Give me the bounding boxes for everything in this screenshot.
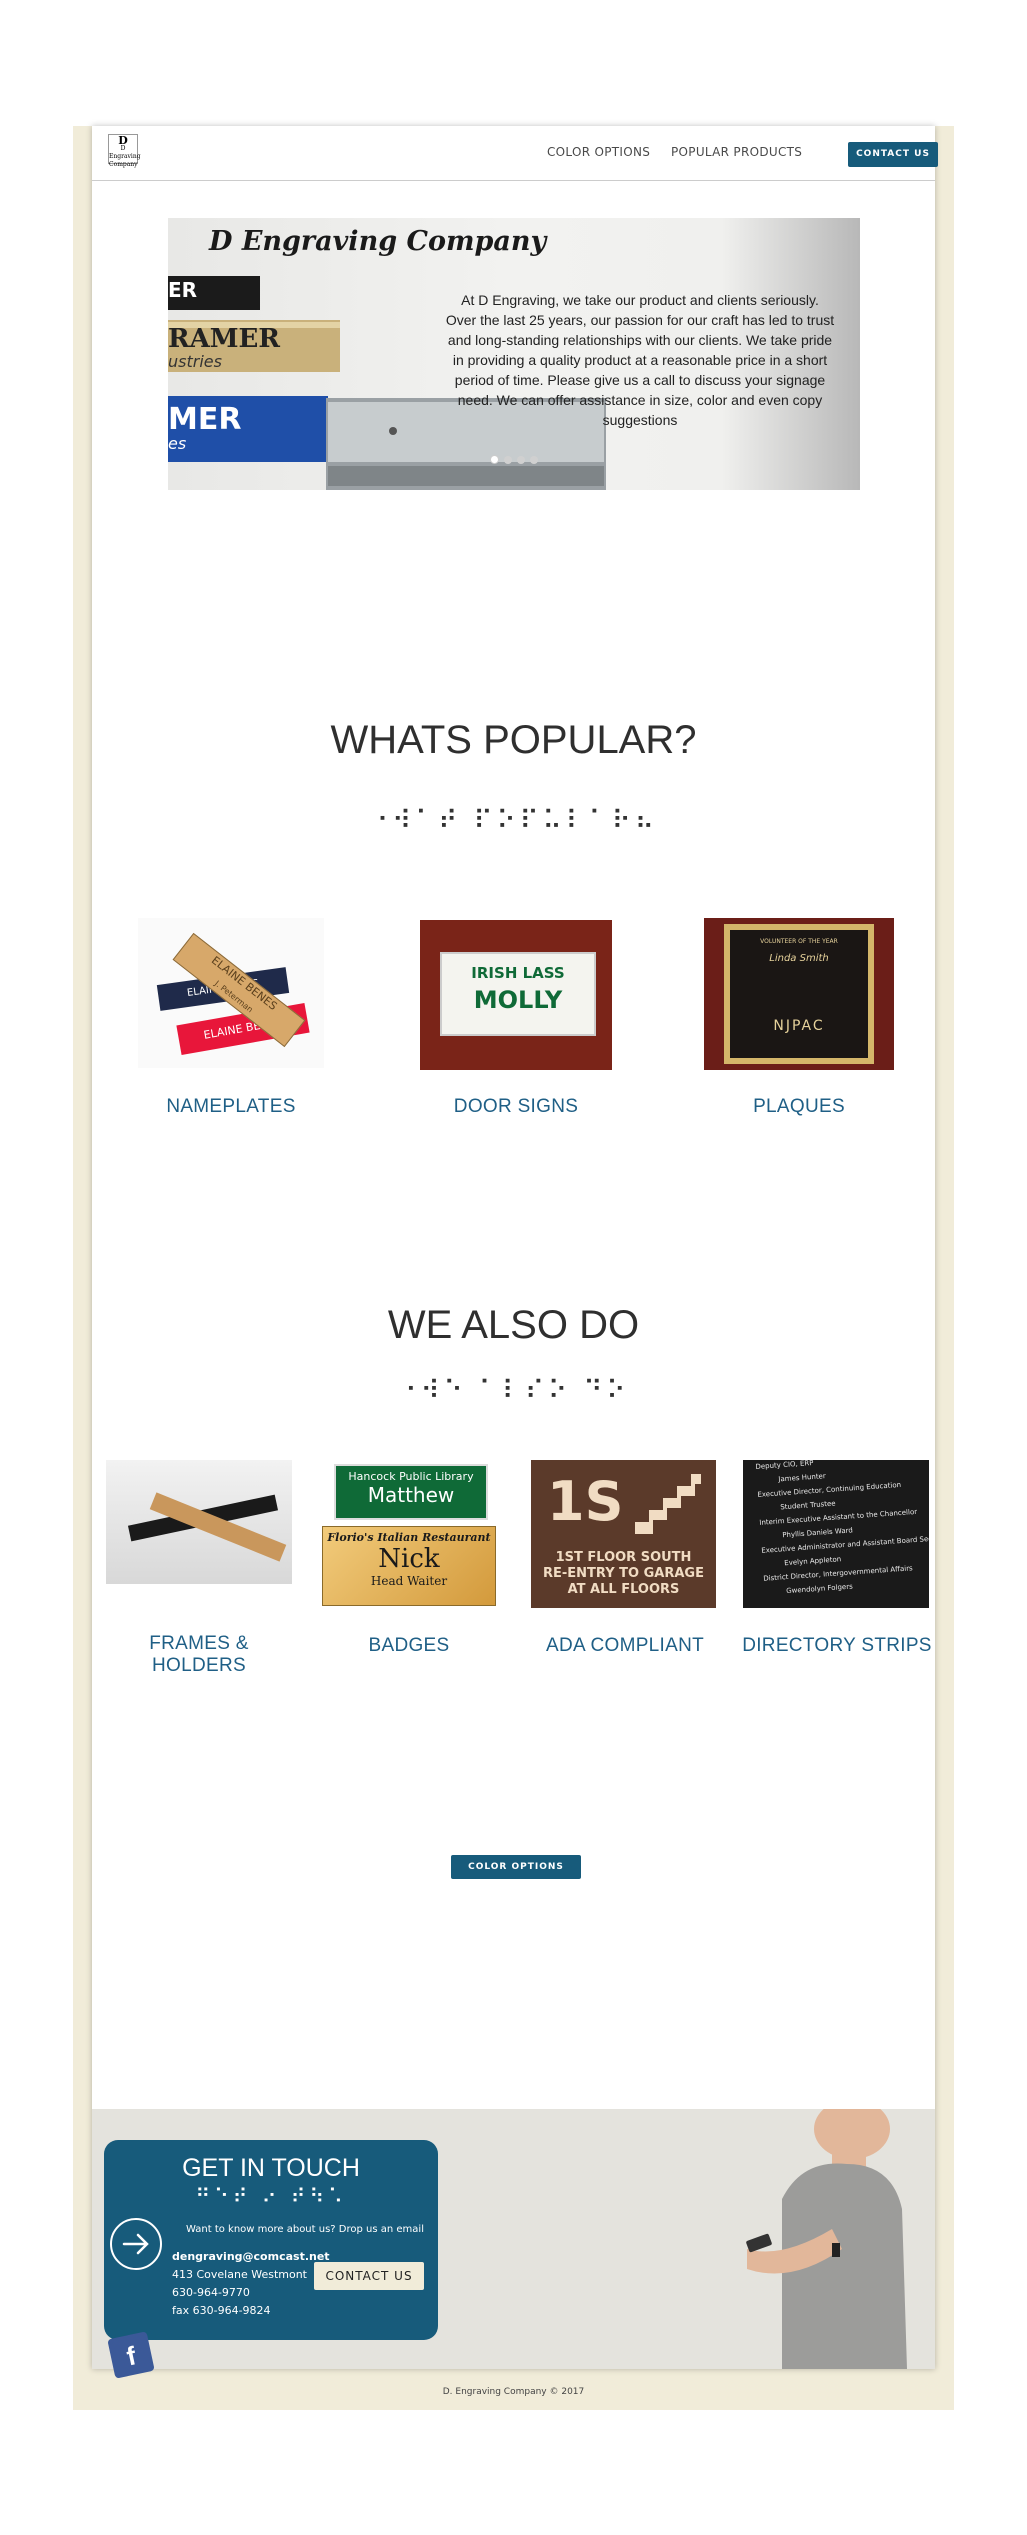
ada-line2: RE-ENTRY TO GARAGE — [543, 1566, 704, 1581]
contact-title: GET IN TOUCH — [182, 2154, 360, 2182]
contact-prompt: Want to know more about us? Drop us an e… — [186, 2224, 424, 2235]
copyright: D. Engraving Company © 2017 — [442, 2387, 585, 2397]
hero-plate-2: RAMER — [168, 324, 280, 354]
door-signs-image[interactable]: IRISH LASS MOLLY — [420, 920, 612, 1070]
ada-line1: 1ST FLOOR SOUTH — [555, 1550, 692, 1565]
badge-gold-line1: Florio's Italian Restaurant — [327, 1531, 491, 1544]
slider-dot-3[interactable] — [517, 456, 525, 464]
arrow-right-icon[interactable] — [110, 2218, 162, 2270]
contact-card: GET IN TOUCH ⠛⠑⠞ ⠔ ⠞⠳⠡ Want to know more… — [104, 2140, 438, 2340]
plaque-logo: NJPAC — [773, 1018, 825, 1034]
directory-image[interactable]: Deputy CIO, ERP James Hunter Executive D… — [743, 1460, 929, 1608]
nav-popular-products[interactable]: POPULAR PRODUCTS — [671, 145, 802, 159]
badges-image[interactable]: Hancock Public Library Matthew Florio's … — [322, 1464, 496, 1606]
contact-card-button[interactable]: CONTACT US — [314, 2262, 424, 2290]
badge-green-line2: Matthew — [367, 1483, 455, 1507]
popular-caption-door-signs[interactable]: DOOR SIGNS — [420, 1096, 612, 1118]
badge-green-line1: Hancock Public Library — [348, 1470, 474, 1483]
ada-line3: AT ALL FLOORS — [567, 1582, 680, 1597]
ada-image[interactable]: 1S 1ST FLOOR SOUTH RE-ENTRY TO GARAGE AT… — [531, 1460, 716, 1608]
contact-braille: ⠛⠑⠞ ⠔ ⠞⠳⠡ — [195, 2184, 347, 2208]
contact-fax: fax 630-964-9824 — [172, 2304, 271, 2317]
logo-text: D Engraving Company — [109, 145, 141, 168]
popular-caption-plaques[interactable]: PLAQUES — [704, 1096, 894, 1118]
ada-number: 1S — [547, 1470, 624, 1533]
slider-dot-4[interactable] — [530, 456, 538, 464]
popular-caption-nameplates[interactable]: NAMEPLATES — [138, 1096, 324, 1118]
directory-strips: Deputy CIO, ERP James Hunter Executive D… — [755, 1460, 929, 1600]
site-logo[interactable]: DD Engraving Company — [108, 134, 141, 168]
contact-address: 413 Covelane Westmont — [172, 2268, 307, 2281]
color-options-button[interactable]: COLOR OPTIONS — [451, 1855, 581, 1879]
popular-braille: ⠐⠺⠁⠞ ⠏⠕⠏⠥⠇⠁⠗⠦ — [369, 806, 658, 836]
slider-dot-2[interactable] — [504, 456, 512, 464]
badge-gold-line2: Nick — [378, 1544, 440, 1574]
stairs-icon — [635, 1474, 701, 1534]
also-heading: WE ALSO DO — [387, 1303, 640, 1347]
also-caption-badges[interactable]: BADGES — [318, 1635, 500, 1657]
hero-plate-1: ER — [168, 278, 198, 302]
site-header — [92, 126, 935, 181]
also-caption-directory[interactable]: DIRECTORY STRIPS — [740, 1635, 934, 1657]
frames-image[interactable] — [106, 1460, 292, 1584]
slider-dot-1[interactable] — [490, 455, 499, 464]
woman-image — [746, 2109, 907, 2369]
badge-gold-line3: Head Waiter — [370, 1574, 448, 1588]
hero-plate-2-sub: ustries — [168, 352, 222, 371]
plaque-name: Linda Smith — [769, 953, 829, 964]
hero-plate-3-sub: es — [168, 434, 187, 453]
door-sign-line2: MOLLY — [473, 986, 563, 1014]
badge-green: Hancock Public Library Matthew — [334, 1464, 488, 1520]
also-braille: ⠐⠺⠑ ⠁⠇⠎⠕ ⠙⠕ — [397, 1376, 630, 1406]
plaque-title: VOLUNTEER OF THE YEAR — [760, 938, 838, 945]
hero-title: D Engraving Company — [209, 226, 547, 257]
contact-phone: 630-964-9770 — [172, 2286, 250, 2299]
badge-gold: Florio's Italian Restaurant Nick Head Wa… — [322, 1526, 496, 1606]
contact-email[interactable]: dengraving@comcast.net — [172, 2250, 330, 2263]
door-sign-line1: IRISH LASS — [471, 964, 565, 982]
plaque-face: VOLUNTEER OF THE YEAR Linda Smith NJPAC — [730, 930, 868, 1058]
also-caption-frames[interactable]: FRAMES & HOLDERS — [100, 1633, 298, 1677]
hero-text: At D Engraving, we take our product and … — [445, 292, 835, 428]
also-caption-ada[interactable]: ADA COMPLIANT — [530, 1635, 720, 1657]
header-contact-button[interactable]: CONTACT US — [848, 142, 938, 167]
nav-color-options[interactable]: COLOR OPTIONS — [547, 145, 650, 159]
popular-heading: WHATS POPULAR? — [330, 718, 697, 762]
slider-dots[interactable] — [490, 449, 543, 468]
door-sign-plate: IRISH LASS MOLLY — [440, 952, 596, 1036]
facebook-icon[interactable]: f — [107, 2331, 155, 2379]
hero-plate-3: MER — [168, 402, 242, 437]
nameplates-image[interactable]: ELAINE BENES ELAINE BENES ELAINE BENESJ.… — [138, 918, 324, 1068]
plaques-image[interactable]: VOLUNTEER OF THE YEAR Linda Smith NJPAC — [704, 918, 894, 1070]
